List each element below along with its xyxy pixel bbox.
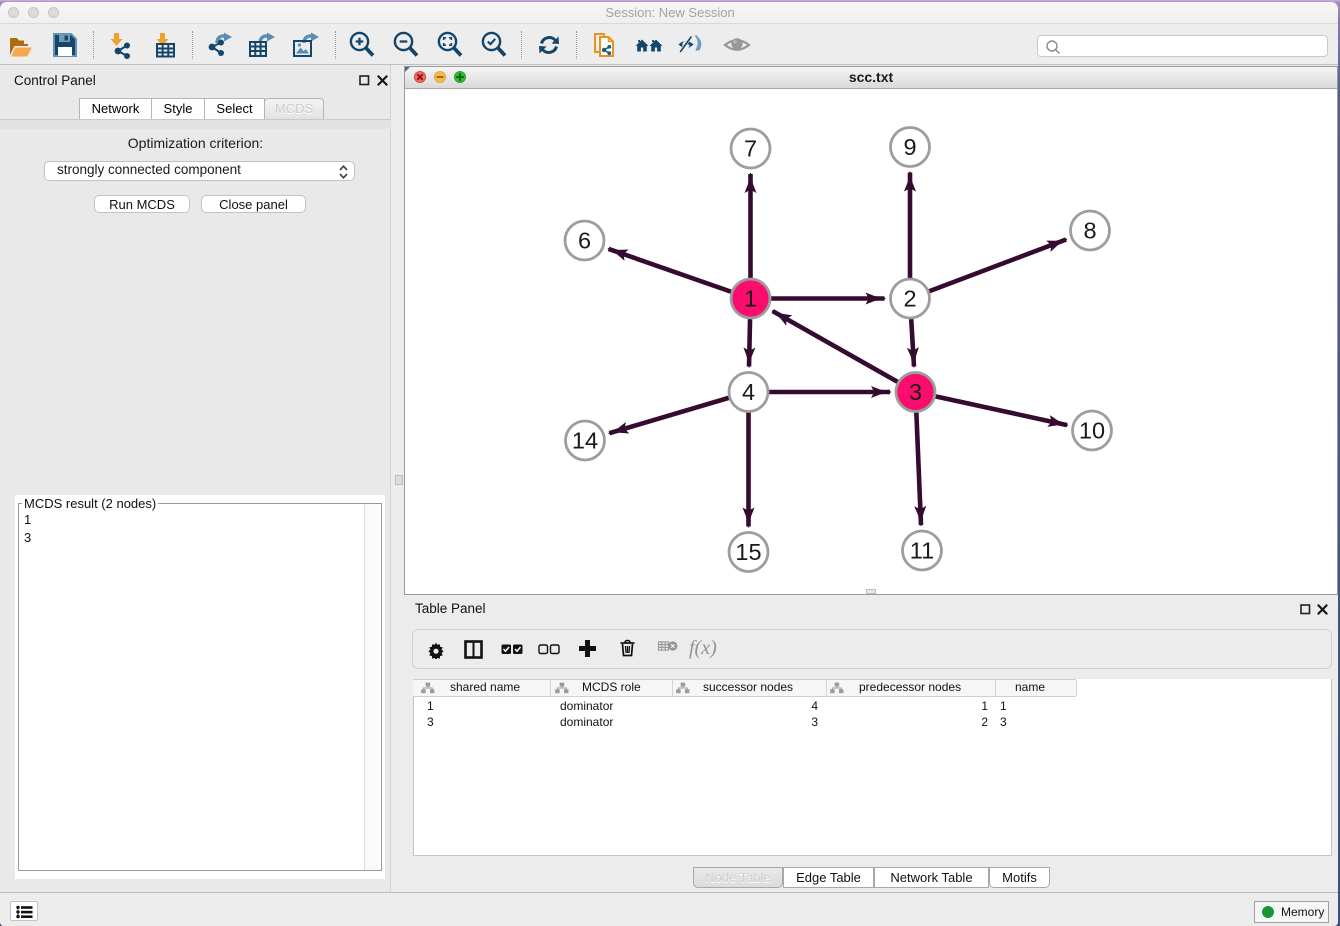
svg-text:3: 3 [909,379,922,405]
svg-text:1: 1 [744,286,757,312]
svg-text:4: 4 [742,379,755,405]
svg-text:7: 7 [744,136,757,162]
svg-text:11: 11 [910,538,934,564]
svg-text:14: 14 [572,428,598,454]
svg-text:6: 6 [578,228,591,254]
svg-text:8: 8 [1083,218,1096,244]
svg-text:9: 9 [903,134,916,160]
svg-text:10: 10 [1079,418,1105,444]
svg-text:2: 2 [903,286,916,312]
svg-text:15: 15 [735,539,761,565]
